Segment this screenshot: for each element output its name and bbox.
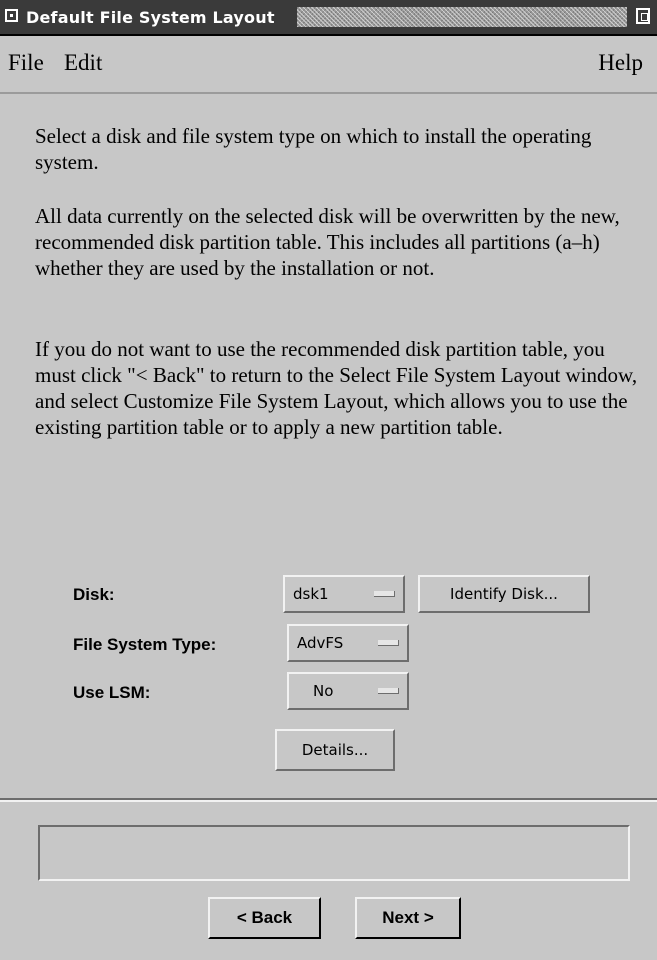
fs-type-option-menu[interactable]: AdvFS — [287, 624, 409, 662]
titlebar-drag-area[interactable] — [297, 7, 627, 27]
disk-option-menu[interactable]: dsk1 — [283, 575, 405, 613]
window-menu-icon[interactable] — [5, 9, 18, 22]
menu-bar: File Edit Help — [0, 36, 657, 94]
fs-type-label: File System Type: — [73, 635, 217, 654]
lsm-value: No — [313, 682, 334, 700]
status-message-area — [38, 825, 630, 881]
maximize-icon[interactable] — [636, 8, 650, 24]
menu-help[interactable]: Help — [598, 50, 643, 76]
window-title: Default File System Layout — [26, 8, 275, 27]
next-button[interactable]: Next > — [355, 897, 461, 939]
back-button[interactable]: < Back — [208, 897, 321, 939]
fs-type-value: AdvFS — [297, 634, 344, 652]
section-divider — [0, 798, 657, 802]
menu-edit[interactable]: Edit — [64, 50, 102, 76]
option-menu-indicator-icon — [378, 688, 399, 694]
identify-disk-label: Identify Disk... — [450, 585, 558, 603]
identify-disk-button[interactable]: Identify Disk... — [418, 575, 590, 613]
disk-value: dsk1 — [293, 585, 329, 603]
menu-file[interactable]: File — [8, 50, 44, 76]
lsm-option-menu[interactable]: No — [287, 672, 409, 710]
details-button[interactable]: Details... — [275, 729, 395, 771]
instruction-overwrite-warning: All data currently on the selected disk … — [35, 204, 620, 280]
next-label: Next > — [382, 908, 434, 927]
lsm-label: Use LSM: — [73, 683, 151, 702]
option-menu-indicator-icon — [374, 591, 395, 597]
details-label: Details... — [301, 741, 369, 759]
disk-label: Disk: — [73, 585, 115, 604]
instruction-customize-hint: If you do not want to use the recommende… — [35, 337, 638, 439]
window-titlebar[interactable]: Default File System Layout — [0, 0, 657, 36]
option-menu-indicator-icon — [378, 640, 399, 646]
instruction-select-disk: Select a disk and file system type on wh… — [35, 124, 592, 174]
back-label: < Back — [236, 908, 293, 927]
